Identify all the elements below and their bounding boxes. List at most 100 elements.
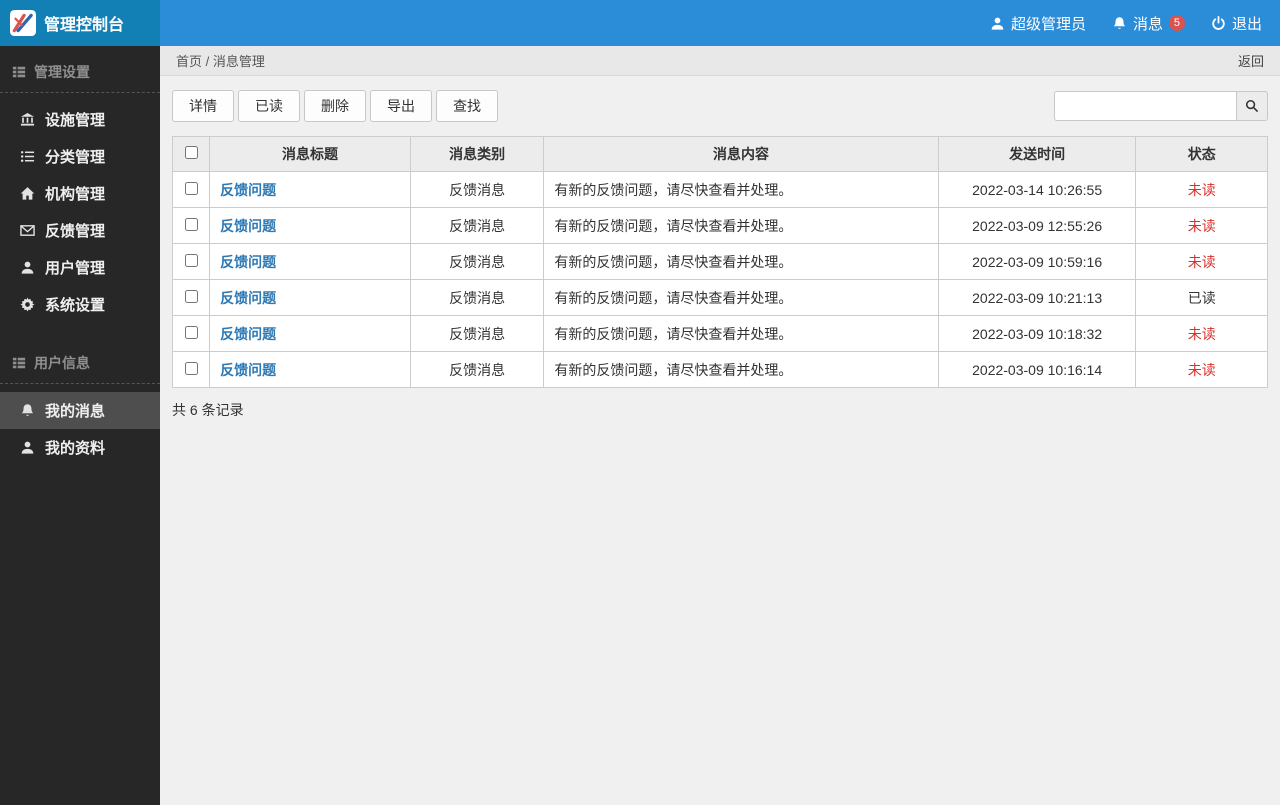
header-message-category: 消息类别: [410, 137, 543, 172]
sidebar-item-user-management[interactable]: 用户管理: [0, 249, 160, 286]
th-list-icon: [12, 65, 26, 79]
sidebar-section-user-info: 用户信息: [0, 337, 160, 384]
sidebar-item-label: 设施管理: [45, 109, 105, 130]
status-badge: 未读: [1136, 316, 1268, 352]
logout-label: 退出: [1232, 13, 1262, 34]
table-header-row: 消息标题 消息类别 消息内容 发送时间 状态: [173, 137, 1268, 172]
messages-button[interactable]: 消息 5: [1112, 13, 1185, 34]
search-icon: [1245, 99, 1259, 113]
send-time-cell: 2022-03-09 10:18:32: [938, 316, 1136, 352]
bell-icon: [20, 403, 35, 418]
envelope-icon: [20, 223, 35, 238]
back-link[interactable]: 返回: [1238, 51, 1264, 70]
row-checkbox[interactable]: [185, 218, 198, 231]
row-checkbox[interactable]: [185, 254, 198, 267]
list-icon: [20, 149, 35, 164]
status-badge: 未读: [1136, 172, 1268, 208]
send-time-cell: 2022-03-14 10:26:55: [938, 172, 1136, 208]
bell-icon: [1112, 16, 1127, 31]
sidebar-item-label: 分类管理: [45, 146, 105, 167]
send-time-cell: 2022-03-09 10:59:16: [938, 244, 1136, 280]
message-title-link[interactable]: 反馈问题: [220, 362, 276, 378]
sidebar-item-system-settings[interactable]: 系统设置: [0, 286, 160, 323]
send-time-cell: 2022-03-09 10:16:14: [938, 352, 1136, 388]
sidebar-item-label: 系统设置: [45, 294, 105, 315]
status-badge: 已读: [1136, 280, 1268, 316]
section-title-label: 用户信息: [34, 353, 90, 373]
message-category-cell: 反馈消息: [410, 172, 543, 208]
sidebar-item-label: 用户管理: [45, 257, 105, 278]
mark-read-button[interactable]: 已读: [238, 90, 300, 122]
brand: 管理控制台: [0, 0, 160, 46]
breadcrumb: 首页 / 消息管理: [176, 51, 265, 70]
messages-label: 消息: [1133, 13, 1163, 34]
logout-button[interactable]: 退出: [1211, 13, 1262, 34]
row-checkbox[interactable]: [185, 326, 198, 339]
brand-title: 管理控制台: [44, 11, 124, 35]
user-icon: [990, 16, 1005, 31]
message-content-cell: 有新的反馈问题，请尽快查看并处理。: [544, 244, 938, 280]
sidebar-section-admin-settings: 管理设置: [0, 46, 160, 93]
message-category-cell: 反馈消息: [410, 316, 543, 352]
sidebar-item-label: 我的资料: [45, 437, 105, 458]
sidebar-item-organization-management[interactable]: 机构管理: [0, 175, 160, 212]
home-icon: [20, 186, 35, 201]
message-title-link[interactable]: 反馈问题: [220, 218, 276, 234]
delete-button[interactable]: 删除: [304, 90, 366, 122]
current-user-label: 超级管理员: [1011, 13, 1086, 34]
table-row: 反馈问题 反馈消息 有新的反馈问题，请尽快查看并处理。 2022-03-09 1…: [173, 208, 1268, 244]
gear-icon: [20, 297, 35, 312]
sidebar: 管理设置 设施管理 分类管理 机构管理 反馈管理: [0, 46, 160, 805]
select-all-checkbox[interactable]: [185, 146, 198, 159]
user-icon: [20, 440, 35, 455]
header-send-time: 发送时间: [938, 137, 1136, 172]
sidebar-item-label: 我的消息: [45, 400, 105, 421]
message-title-link[interactable]: 反馈问题: [220, 254, 276, 270]
record-count: 共 6 条记录: [172, 400, 1268, 420]
message-category-cell: 反馈消息: [410, 352, 543, 388]
search-button[interactable]: [1236, 91, 1268, 121]
sidebar-item-feedback-management[interactable]: 反馈管理: [0, 212, 160, 249]
find-button[interactable]: 查找: [436, 90, 498, 122]
send-time-cell: 2022-03-09 12:55:26: [938, 208, 1136, 244]
current-user-button[interactable]: 超级管理员: [990, 13, 1086, 34]
export-button[interactable]: 导出: [370, 90, 432, 122]
message-content-cell: 有新的反馈问题，请尽快查看并处理。: [544, 352, 938, 388]
sidebar-item-label: 机构管理: [45, 183, 105, 204]
message-title-link[interactable]: 反馈问题: [220, 290, 276, 306]
message-title-link[interactable]: 反馈问题: [220, 326, 276, 342]
section-title-label: 管理设置: [34, 62, 90, 82]
detail-button[interactable]: 详情: [172, 90, 234, 122]
message-content-cell: 有新的反馈问题，请尽快查看并处理。: [544, 316, 938, 352]
search-input[interactable]: [1054, 91, 1236, 121]
message-category-cell: 反馈消息: [410, 280, 543, 316]
sidebar-item-facility-management[interactable]: 设施管理: [0, 101, 160, 138]
status-badge: 未读: [1136, 352, 1268, 388]
sidebar-item-category-management[interactable]: 分类管理: [0, 138, 160, 175]
table-row: 反馈问题 反馈消息 有新的反馈问题，请尽快查看并处理。 2022-03-09 1…: [173, 352, 1268, 388]
row-checkbox[interactable]: [185, 290, 198, 303]
app-logo-icon: [10, 10, 36, 36]
sidebar-item-my-profile[interactable]: 我的资料: [0, 429, 160, 466]
messages-badge: 5: [1169, 15, 1185, 31]
breadcrumb-bar: 首页 / 消息管理 返回: [160, 46, 1280, 76]
status-badge: 未读: [1136, 244, 1268, 280]
topbar: 管理控制台 超级管理员 消息 5 退出: [0, 0, 1280, 46]
user-icon: [20, 260, 35, 275]
row-checkbox[interactable]: [185, 182, 198, 195]
bank-icon: [20, 112, 35, 127]
toolbar: 详情 已读 删除 导出 查找: [172, 90, 1268, 122]
message-category-cell: 反馈消息: [410, 244, 543, 280]
table-row: 反馈问题 反馈消息 有新的反馈问题，请尽快查看并处理。 2022-03-09 1…: [173, 244, 1268, 280]
table-row: 反馈问题 反馈消息 有新的反馈问题，请尽快查看并处理。 2022-03-09 1…: [173, 316, 1268, 352]
header-message-content: 消息内容: [544, 137, 938, 172]
table-row: 反馈问题 反馈消息 有新的反馈问题，请尽快查看并处理。 2022-03-14 1…: [173, 172, 1268, 208]
table-row: 反馈问题 反馈消息 有新的反馈问题，请尽快查看并处理。 2022-03-09 1…: [173, 280, 1268, 316]
row-checkbox[interactable]: [185, 362, 198, 375]
messages-table: 消息标题 消息类别 消息内容 发送时间 状态 反馈问题 反馈消息 有新的反馈问题…: [172, 136, 1268, 388]
message-title-link[interactable]: 反馈问题: [220, 182, 276, 198]
message-category-cell: 反馈消息: [410, 208, 543, 244]
message-content-cell: 有新的反馈问题，请尽快查看并处理。: [544, 208, 938, 244]
message-content-cell: 有新的反馈问题，请尽快查看并处理。: [544, 280, 938, 316]
sidebar-item-my-messages[interactable]: 我的消息: [0, 392, 160, 429]
